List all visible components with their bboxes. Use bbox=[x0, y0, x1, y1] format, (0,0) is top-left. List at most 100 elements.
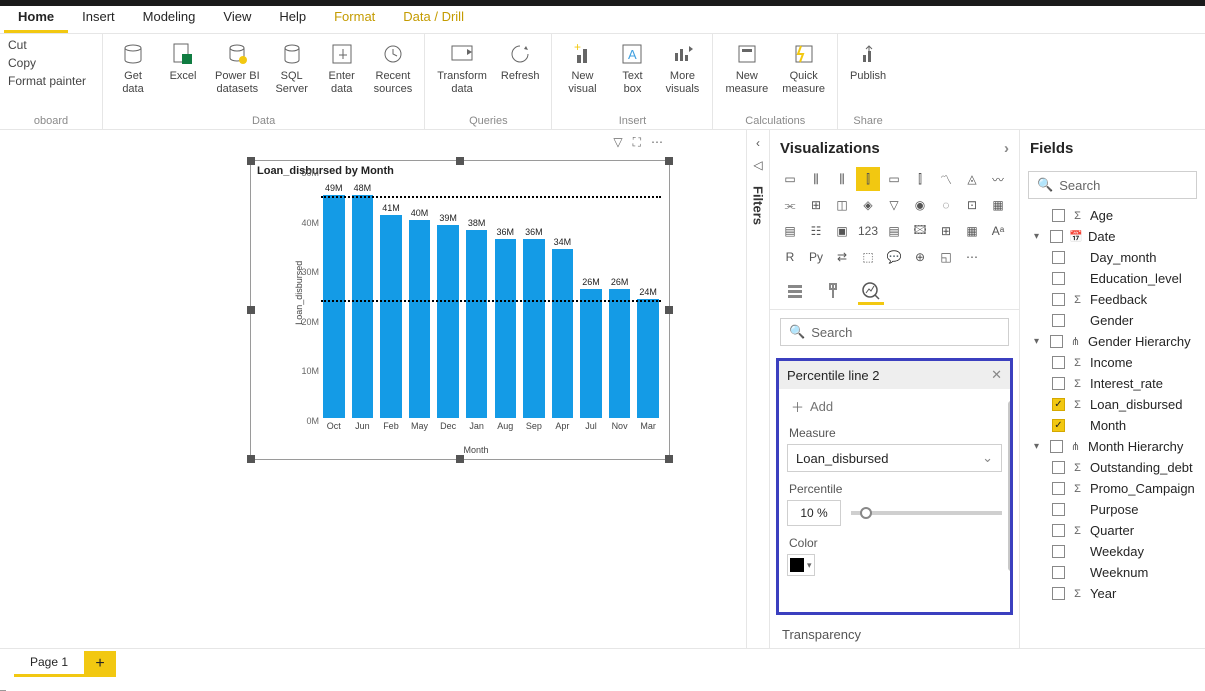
field-checkbox[interactable] bbox=[1052, 251, 1065, 264]
tab-home[interactable]: Home bbox=[4, 3, 68, 33]
recent-sources-button[interactable]: Recent sources bbox=[370, 38, 417, 98]
field-checkbox[interactable] bbox=[1052, 524, 1065, 537]
report-canvas[interactable]: ▽ ⛶ ⋯ Loan_disbursed by Month Loan_disbu… bbox=[0, 130, 746, 648]
focus-icon[interactable]: ⛶ bbox=[633, 135, 641, 150]
bar[interactable] bbox=[409, 220, 430, 418]
viz-type-icon[interactable]: ☷ bbox=[804, 219, 828, 243]
transform-data-button[interactable]: Transform data bbox=[433, 38, 491, 98]
publish-button[interactable]: Publish bbox=[846, 38, 890, 85]
analytics-tab-icon[interactable] bbox=[858, 279, 884, 305]
viz-type-icon[interactable]: ⫘ bbox=[778, 193, 802, 217]
viz-type-icon[interactable]: ▤ bbox=[778, 219, 802, 243]
viz-type-icon[interactable]: R bbox=[778, 245, 802, 269]
tab-format[interactable]: Format bbox=[320, 3, 389, 33]
viz-type-icon[interactable]: ◉ bbox=[908, 193, 932, 217]
viz-type-icon[interactable]: ⋯ bbox=[960, 245, 984, 269]
bar[interactable] bbox=[637, 299, 658, 418]
color-picker[interactable]: ▾ bbox=[787, 554, 815, 576]
viz-type-icon[interactable]: ◬ bbox=[960, 167, 984, 191]
field-checkbox[interactable] bbox=[1052, 587, 1065, 600]
bar-Jan[interactable]: 38MJan bbox=[464, 183, 490, 431]
percentile-section-title[interactable]: Percentile line 2 bbox=[787, 368, 880, 383]
field-checkbox[interactable] bbox=[1052, 314, 1065, 327]
viz-type-icon[interactable]: ▤ bbox=[882, 219, 906, 243]
refresh-button[interactable]: Refresh bbox=[497, 38, 544, 85]
viz-type-icon[interactable]: ⊕ bbox=[908, 245, 932, 269]
viz-type-icon[interactable]: ▭ bbox=[882, 167, 906, 191]
bar[interactable] bbox=[495, 239, 516, 418]
bar[interactable] bbox=[437, 225, 458, 418]
sql-server-button[interactable]: SQL Server bbox=[270, 38, 314, 98]
viz-type-icon[interactable]: 💬 bbox=[882, 245, 906, 269]
fields-tab-icon[interactable] bbox=[782, 279, 808, 305]
field-Month Hierarchy[interactable]: ▾⋔Month Hierarchy bbox=[1024, 436, 1201, 457]
viz-type-icon[interactable]: ⫼ bbox=[804, 167, 828, 191]
bar[interactable] bbox=[352, 195, 373, 418]
viz-pane-collapse-icon[interactable]: › bbox=[1004, 140, 1009, 157]
viz-type-icon[interactable]: 🖾 bbox=[908, 219, 932, 243]
format-painter-button[interactable]: Format painter bbox=[8, 74, 86, 88]
expand-filters-icon[interactable]: ‹ bbox=[756, 136, 760, 150]
quick-measure-button[interactable]: Quick measure bbox=[778, 38, 829, 98]
tab-view[interactable]: View bbox=[209, 3, 265, 33]
get-data-button[interactable]: Get data bbox=[111, 38, 155, 98]
field-Education_level[interactable]: Education_level bbox=[1024, 268, 1201, 289]
page-tab-1[interactable]: Page 1 bbox=[14, 651, 84, 677]
viz-type-icon[interactable]: Py bbox=[804, 245, 828, 269]
text-box-button[interactable]: AText box bbox=[610, 38, 654, 98]
viz-type-icon[interactable]: ◌ bbox=[934, 193, 958, 217]
bar-chart-visual[interactable]: ▽ ⛶ ⋯ Loan_disbursed by Month Loan_disbu… bbox=[250, 160, 670, 460]
tab-data-drill[interactable]: Data / Drill bbox=[389, 3, 478, 33]
field-checkbox[interactable] bbox=[1052, 272, 1065, 285]
field-checkbox[interactable] bbox=[1050, 230, 1063, 243]
add-percentile-button[interactable]: ＋ Add bbox=[791, 397, 1002, 416]
field-checkbox[interactable] bbox=[1052, 482, 1065, 495]
viz-type-icon[interactable]: ⇄ bbox=[830, 245, 854, 269]
bar[interactable] bbox=[552, 249, 573, 418]
viz-type-icon[interactable]: ⫼ bbox=[830, 167, 854, 191]
expander-icon[interactable]: ▾ bbox=[1034, 441, 1044, 452]
measure-dropdown[interactable]: Loan_disbursed ⌄ bbox=[787, 444, 1002, 472]
copy-button[interactable]: Copy bbox=[8, 56, 86, 70]
field-Gender[interactable]: Gender bbox=[1024, 310, 1201, 331]
field-checkbox[interactable] bbox=[1050, 335, 1063, 348]
excel-button[interactable]: Excel bbox=[161, 38, 205, 85]
viz-type-icon[interactable]: 123 bbox=[856, 219, 880, 243]
more-visuals-button[interactable]: More visuals bbox=[660, 38, 704, 98]
close-section-icon[interactable]: ✕ bbox=[991, 367, 1002, 383]
field-checkbox[interactable]: ✓ bbox=[1052, 398, 1065, 411]
bar-Jul[interactable]: 26MJul bbox=[578, 183, 604, 431]
viz-type-icon[interactable]: ⊞ bbox=[934, 219, 958, 243]
viz-type-icon[interactable]: ◫ bbox=[830, 193, 854, 217]
viz-type-icon[interactable]: ⫿ bbox=[856, 167, 880, 191]
bar-Jun[interactable]: 48MJun bbox=[350, 183, 376, 431]
field-checkbox[interactable] bbox=[1052, 566, 1065, 579]
bar[interactable] bbox=[323, 195, 344, 418]
viz-type-icon[interactable]: ◱ bbox=[934, 245, 958, 269]
field-Promo_Campaign[interactable]: ΣPromo_Campaign bbox=[1024, 478, 1201, 499]
tab-insert[interactable]: Insert bbox=[68, 3, 129, 33]
add-page-button[interactable]: + bbox=[84, 651, 116, 677]
field-checkbox[interactable] bbox=[1052, 503, 1065, 516]
pbi-datasets-button[interactable]: Power BI datasets bbox=[211, 38, 264, 98]
bar-Apr[interactable]: 34MApr bbox=[550, 183, 576, 431]
viz-type-icon[interactable]: ▣ bbox=[830, 219, 854, 243]
field-checkbox[interactable]: ✓ bbox=[1052, 419, 1065, 432]
field-Interest_rate[interactable]: ΣInterest_rate bbox=[1024, 373, 1201, 394]
viz-type-icon[interactable]: 〰 bbox=[986, 167, 1010, 191]
field-Weekday[interactable]: Weekday bbox=[1024, 541, 1201, 562]
viz-type-icon[interactable]: ⊞ bbox=[804, 193, 828, 217]
field-checkbox[interactable] bbox=[1052, 377, 1065, 390]
bar[interactable] bbox=[609, 289, 630, 418]
transparency-label[interactable]: Transparency bbox=[770, 621, 1019, 648]
field-Year[interactable]: ΣYear bbox=[1024, 583, 1201, 604]
field-checkbox[interactable] bbox=[1052, 461, 1065, 474]
enter-data-button[interactable]: Enter data bbox=[320, 38, 364, 98]
new-measure-button[interactable]: New measure bbox=[721, 38, 772, 98]
field-Income[interactable]: ΣIncome bbox=[1024, 352, 1201, 373]
percentile-slider[interactable] bbox=[851, 511, 1002, 515]
more-icon[interactable]: ⋯ bbox=[651, 135, 663, 150]
field-checkbox[interactable] bbox=[1052, 293, 1065, 306]
field-Gender Hierarchy[interactable]: ▾⋔Gender Hierarchy bbox=[1024, 331, 1201, 352]
bar-Oct[interactable]: 49MOct bbox=[321, 183, 347, 431]
